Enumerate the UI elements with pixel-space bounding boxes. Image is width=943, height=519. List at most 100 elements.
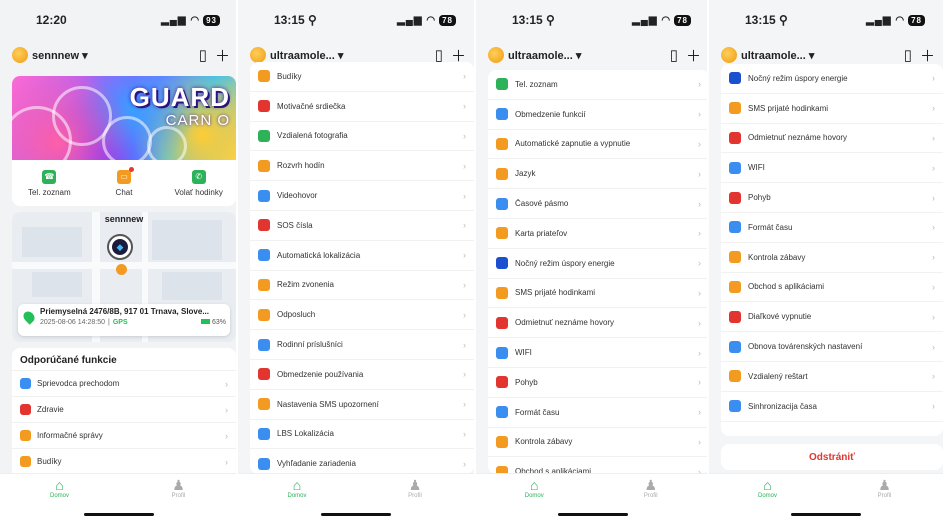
camera-icon [258,129,270,142]
add-icon[interactable]: ＋ [686,45,701,66]
quick-contacts[interactable]: ☎ Tel. zoznam [12,160,87,206]
list-item-odmietnut-nezname-hovory[interactable]: Odmietnuť neznáme hovory › [721,124,943,154]
chevron-right-icon: › [932,281,935,292]
account-selector[interactable]: ultraamole... ▾ [741,49,896,62]
list-item-label: Jazyk [515,169,536,179]
home-icon: ⌂ [292,477,302,493]
list-item-format-casu[interactable]: Formát času › [721,213,943,243]
wifi-icon [729,161,741,174]
watch-icon[interactable]: ▯ [904,46,912,64]
home-indicator[interactable] [321,513,391,516]
list-item-videohovor[interactable]: Videohovor › [250,181,474,211]
list-item-sprievodca-prechodom[interactable]: Sprievodca prechodom › [12,370,236,396]
quick-label: Chat [115,187,133,197]
list-item-label: Formát času [515,407,560,417]
quick-chat[interactable]: ▭ Chat [87,160,162,206]
list-item-label: Nočný režim úspory energie [748,73,848,83]
list-item-motivacne-srdiecka[interactable]: Motivačné srdiečka › [250,92,474,122]
delete-button[interactable]: Odstrániť [721,444,943,470]
chevron-right-icon: › [463,458,466,469]
chevron-right-icon: › [463,428,466,439]
list-item-lbs-lokalizacia[interactable]: LBS Lokalizácia › [250,420,474,450]
power-schedule-icon [496,137,508,150]
settings-list: Nočný režim úspory energie › SMS prijaté h… [721,64,943,436]
list-item-label: Nočný režim úspory energie [515,258,615,268]
address-box[interactable]: Priemyselná 2476/8B, 917 01 Trnava, Slov… [18,304,230,336]
avatar[interactable] [12,47,28,63]
avatar[interactable] [250,47,266,63]
list-item-rezim-zvonenia[interactable]: Režim zvonenia › [250,271,474,301]
list-item-format-casu[interactable]: Formát času › [488,398,709,428]
quick-call-watch[interactable]: ✆ Volať hodinky [161,160,236,206]
list-item-label: Nastavenia SMS upozornení [277,399,379,409]
list-item-obmedzenie-pouzivania[interactable]: Obmedzenie používania › [250,360,474,390]
list-item-budiky[interactable]: Budíky › [250,62,474,92]
home-indicator[interactable] [791,513,861,516]
account-name: ultraamole... [270,49,335,62]
list-item-kontrola-zabavy[interactable]: Kontrola zábavy › [721,243,943,273]
list-item-sms-prijate-hodinkami[interactable]: SMS prijaté hodinkami › [488,279,709,309]
list-item-rodinni-prislusnici[interactable]: Rodinní príslušníci › [250,330,474,360]
chevron-right-icon: › [698,79,701,90]
list-item-tel-zoznam[interactable]: Tel. zoznam › [488,70,709,100]
list-item-sinhronizacija-casa[interactable]: Sinhronizacija časa › [721,392,943,422]
home-indicator[interactable] [84,513,154,516]
list-item-automaticka-lokalizacia[interactable]: Automatická lokalizácia › [250,241,474,271]
list-item-automaticke-zapnutie-a-vypnutie[interactable]: Automatické zapnutie a vypnutie › [488,130,709,160]
list-item-sos-cisla[interactable]: SOS čísla › [250,211,474,241]
device-pin-icon[interactable]: ◆ [107,234,133,260]
chevron-right-icon: › [463,279,466,290]
add-icon[interactable]: ＋ [920,45,935,66]
list-item-nocny-rezim-uspory-energie[interactable]: Nočný režim úspory energie › [488,249,709,279]
sync-icon [729,400,741,413]
status-icons: ▂▄▆ ◠ 93 [161,14,220,26]
account-selector[interactable]: ultraamole... ▾ [270,49,427,62]
chevron-right-icon: › [463,369,466,380]
list-item-label: Sinhronizacija časa [748,401,817,411]
avatar[interactable] [721,47,737,63]
list-item-obmedzenie-funkcii[interactable]: Obmedzenie funkcií › [488,100,709,130]
avatar[interactable] [488,47,504,63]
list-item-informacne-spravy[interactable]: Informačné správy › [12,422,236,448]
battery-icon: 78 [908,14,925,26]
home-indicator[interactable] [557,513,628,516]
location-card[interactable]: sennnew ◆ Priemyselná 2476/8B, 917 01 Tr… [12,212,236,342]
list-item-dialkove-vypnutie[interactable]: Diaľkové vypnutie › [721,302,943,333]
list-item-pohyb[interactable]: Pohyb › [721,183,943,213]
list-item-odposluch[interactable]: Odposluch › [250,300,474,331]
status-time: 13:15 ⚲ [745,13,788,27]
list-item-jazyk[interactable]: Jazyk › [488,159,709,190]
chevron-right-icon: › [932,73,935,84]
list-item-sms-prijate-hodinkami[interactable]: SMS prijaté hodinkami › [721,94,943,124]
location-icon [258,249,270,262]
watch-icon[interactable]: ▯ [670,46,678,64]
list-item-vzdialena-fotografia[interactable]: Vzdialená fotografia › [250,122,474,152]
list-item-zdravie[interactable]: Zdravie › [12,396,236,422]
phone-settings-screen-2: 13:15 ⚲ ▂▄▆ ◠ 78 ultraamole... ▾ ▯ ＋ Tel… [476,0,709,519]
list-item-obchod-s-aplikaciami[interactable]: Obchod s aplikáciami › [721,273,943,303]
list-item-karta-priatelov[interactable]: Karta priateľov › [488,219,709,249]
list-item-label: Vzdialená fotografia [277,131,348,141]
list-item-odmietnut-nezname-hovory[interactable]: Odmietnuť neznáme hovory › [488,308,709,339]
list-item-kontrola-zabavy[interactable]: Kontrola zábavy › [488,428,709,458]
list-item-wifi[interactable]: WIFI › [488,338,709,368]
list-item-budiky[interactable]: Budíky › [12,448,236,474]
account-selector[interactable]: ultraamole... ▾ [508,49,662,62]
list-item-casove-pasmo[interactable]: Časové pásmo › [488,189,709,219]
list-item-wifi[interactable]: WIFI › [721,153,943,184]
list-item-vzdialeny-restart[interactable]: Vzdialený reštart › [721,362,943,392]
list-item-rozvrh-hodin[interactable]: Rozvrh hodín › [250,151,474,182]
account-selector[interactable]: sennnew ▾ [32,49,191,62]
watch-icon[interactable]: ▯ [199,46,207,64]
list-item-nastavenia-sms-upozorneni[interactable]: Nastavenia SMS upozornení › [250,390,474,420]
list-item-vyhladanie-zariadenia[interactable]: Vyhľadanie zariadenia › [250,449,474,474]
list-item-pohyb[interactable]: Pohyb › [488,368,709,398]
list-item-obchod-s-aplikaciami[interactable]: Obchod s aplikáciami › [488,457,709,474]
list-item-nocny-rezim-uspory-energie[interactable]: Nočný režim úspory energie › [721,64,943,94]
alarm-icon [258,70,270,83]
chevron-right-icon: › [698,258,701,269]
add-icon[interactable]: ＋ [215,45,230,66]
promo-banner[interactable]: GUARD CARN O [12,76,236,160]
list-item-obnova-tovarenskych-nastaveni[interactable]: Obnova továrenských nastavení › [721,332,943,362]
family-icon [258,338,270,351]
